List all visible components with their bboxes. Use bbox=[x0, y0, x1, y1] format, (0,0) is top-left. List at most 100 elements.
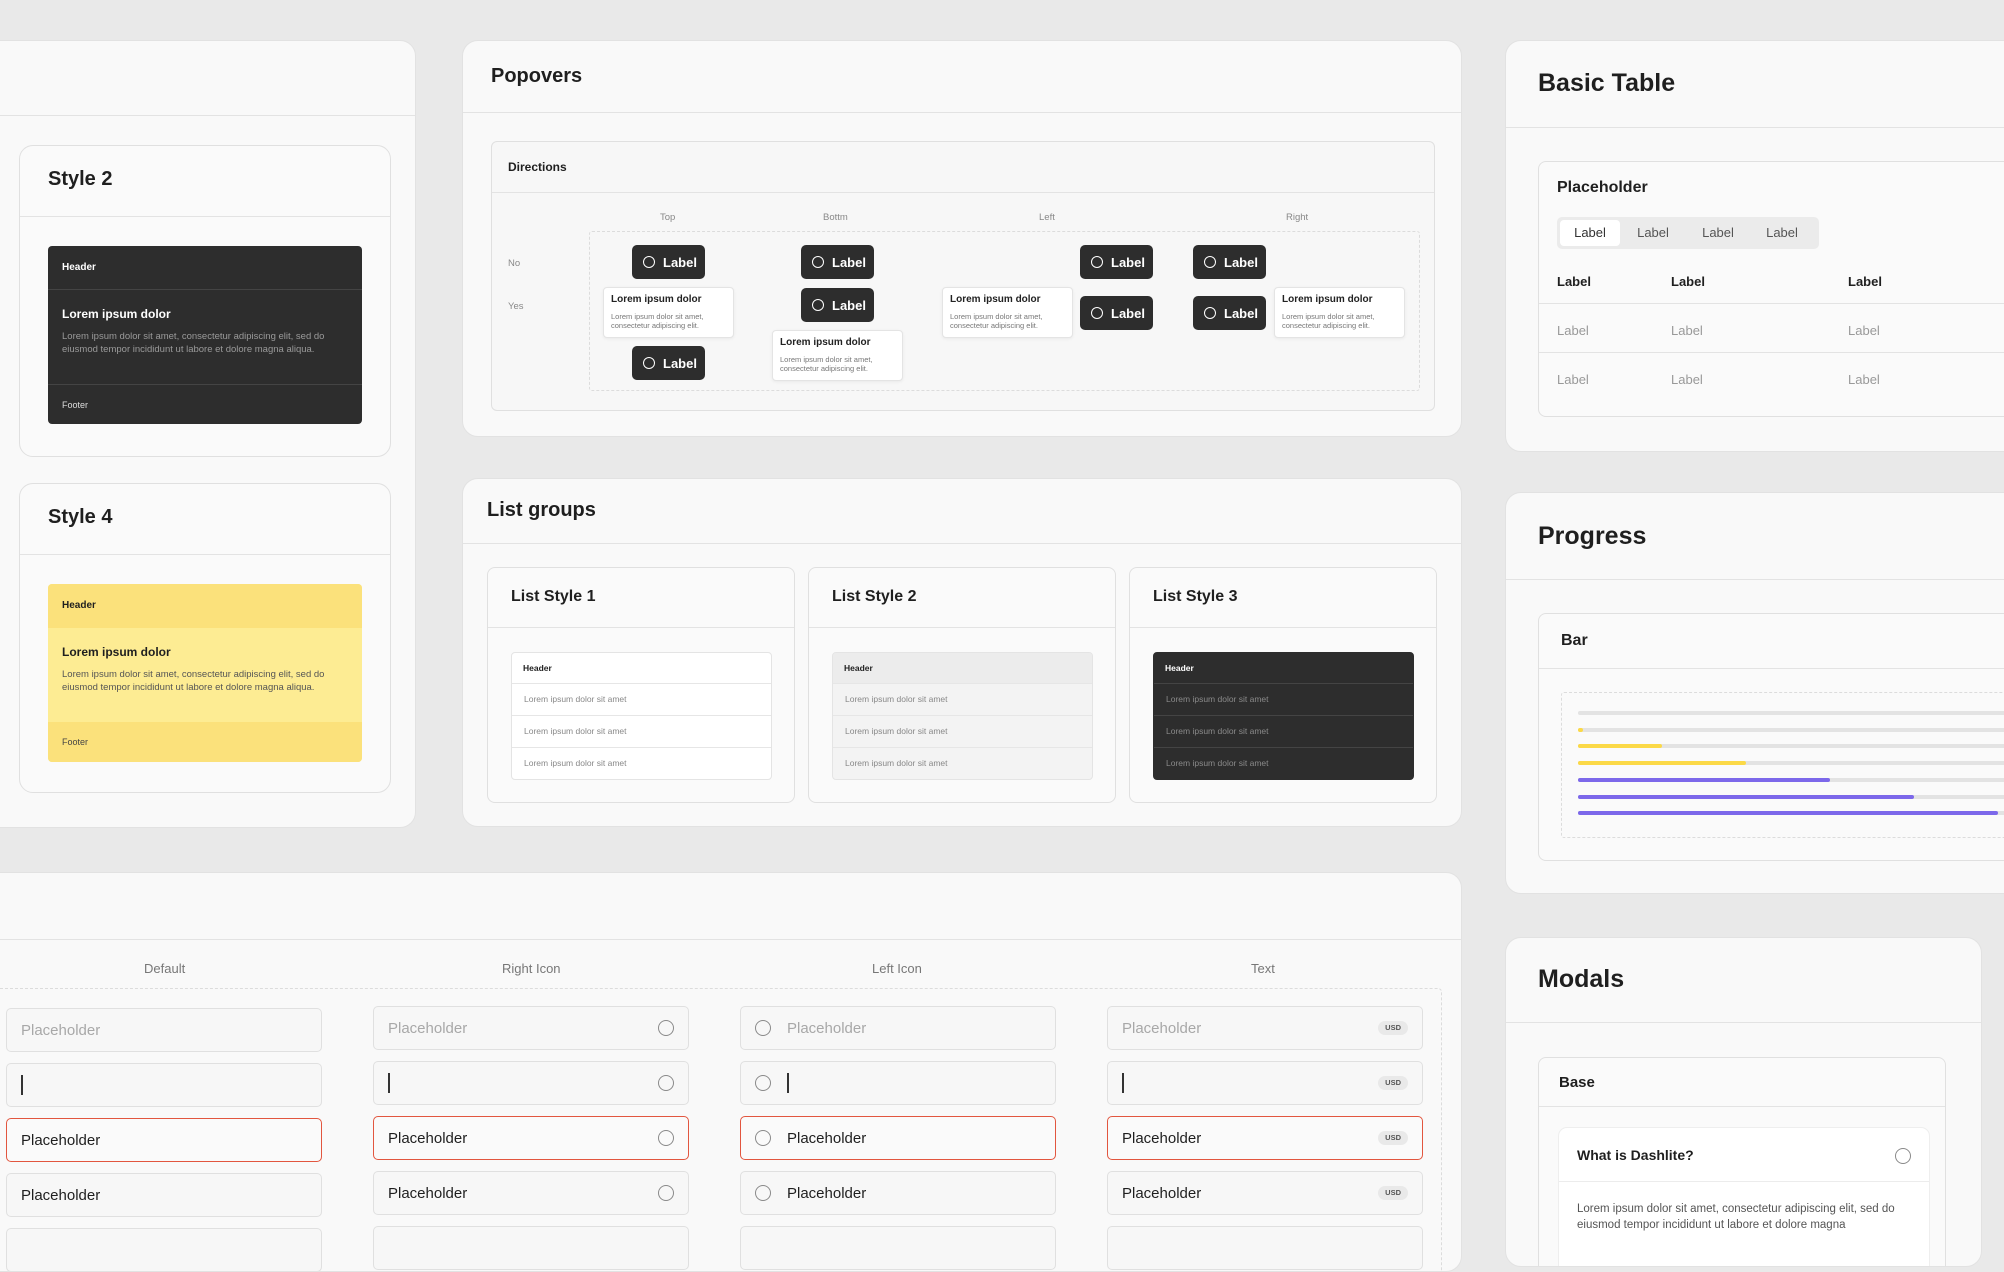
table-cell: Label bbox=[1848, 372, 1880, 387]
tab[interactable]: Label bbox=[1623, 220, 1683, 246]
popover-trigger-bottom-yes[interactable]: Label bbox=[801, 288, 874, 322]
input-default-error[interactable]: Placeholder bbox=[6, 1118, 322, 1162]
preview-header: Header bbox=[48, 246, 362, 290]
progress-fill bbox=[1578, 777, 1830, 782]
inputs-panel-header bbox=[0, 873, 1461, 940]
input-default-partial[interactable] bbox=[6, 1228, 322, 1271]
list-style-2-card: List Style 2 Header Lorem ipsum dolor si… bbox=[808, 567, 1116, 803]
input-left-icon-partial[interactable] bbox=[740, 1226, 1056, 1270]
modal-preview: What is Dashlite? Lorem ipsum dolor sit … bbox=[1559, 1128, 1929, 1266]
circle-icon bbox=[643, 357, 655, 369]
preview-footer: Footer bbox=[48, 384, 362, 424]
list-header: Header bbox=[523, 663, 552, 673]
table-card: Placeholder Label Label Label Label Labe… bbox=[1538, 161, 2004, 417]
card-style-4: Style 4 Header Lorem ipsum dolor Lorem i… bbox=[19, 483, 391, 793]
card-title: Style 4 bbox=[48, 506, 113, 528]
popover-left: Lorem ipsum dolor Lorem ipsum dolor sit a… bbox=[942, 287, 1073, 338]
input-right-icon-partial[interactable] bbox=[373, 1226, 689, 1270]
input-default-filled[interactable]: Placeholder bbox=[6, 1173, 322, 1217]
input-left-icon-placeholder[interactable]: Placeholder bbox=[740, 1006, 1056, 1050]
modal-title: What is Dashlite? bbox=[1577, 1147, 1694, 1163]
cards-panel: Style 2 Header Lorem ipsum dolor Lorem i… bbox=[0, 40, 416, 828]
input-value: Placeholder bbox=[21, 1132, 101, 1149]
list-groups-panel: List groups List Style 1 Header Lorem ip… bbox=[462, 478, 1462, 827]
table-header-cell: Label bbox=[1848, 274, 1882, 289]
list-item[interactable]: Lorem ipsum dolor sit amet bbox=[1154, 747, 1413, 779]
directions-card-header: Directions bbox=[492, 142, 1434, 193]
table-cell: Label bbox=[1671, 372, 1703, 387]
input-placeholder: Placeholder bbox=[21, 1022, 101, 1039]
modals-panel-header: Modals bbox=[1506, 938, 1981, 1023]
input-value: Placeholder bbox=[787, 1185, 867, 1202]
progress-track bbox=[1578, 711, 2004, 715]
close-circle-icon[interactable] bbox=[1895, 1148, 1911, 1164]
circle-icon bbox=[1091, 256, 1103, 268]
input-text-partial[interactable] bbox=[1107, 1226, 1423, 1270]
input-left-icon-filled[interactable]: Placeholder bbox=[740, 1171, 1056, 1215]
popover-trigger-left-no[interactable]: Label bbox=[1080, 245, 1153, 279]
progress-bars bbox=[1578, 693, 2004, 839]
input-text-error[interactable]: Placeholder USD bbox=[1107, 1116, 1423, 1160]
tab-active[interactable]: Label bbox=[1560, 220, 1620, 246]
popover-text: Lorem ipsum dolor sit amet, consectetur … bbox=[611, 312, 704, 330]
basic-table-panel: Basic Table Placeholder Label Label Labe… bbox=[1505, 40, 2004, 452]
input-right-icon-error[interactable]: Placeholder bbox=[373, 1116, 689, 1160]
popover-trigger-right-yes[interactable]: Label bbox=[1193, 296, 1266, 330]
input-default-placeholder[interactable]: Placeholder bbox=[6, 1008, 322, 1052]
button-label: Label bbox=[663, 355, 697, 371]
card-style-2-header: Style 2 bbox=[20, 146, 390, 217]
input-text-filled[interactable]: Placeholder USD bbox=[1107, 1171, 1423, 1215]
tab[interactable]: Label bbox=[1688, 220, 1748, 246]
popover-trigger-right-no[interactable]: Label bbox=[1193, 245, 1266, 279]
popover-title: Lorem ipsum dolor bbox=[780, 337, 871, 348]
preview-header-label: Header bbox=[62, 262, 96, 273]
input-right-icon-focused[interactable] bbox=[373, 1061, 689, 1105]
input-left-icon-focused[interactable] bbox=[740, 1061, 1056, 1105]
progress-fill bbox=[1578, 761, 1746, 766]
yellow-card-preview: Header Lorem ipsum dolor Lorem ipsum dol… bbox=[48, 584, 362, 762]
input-right-icon-placeholder[interactable]: Placeholder bbox=[373, 1006, 689, 1050]
list-item[interactable]: Lorem ipsum dolor sit amet bbox=[512, 747, 771, 779]
popover-text: Lorem ipsum dolor sit amet, consectetur … bbox=[780, 355, 873, 373]
list-item[interactable]: Lorem ipsum dolor sit amet bbox=[1154, 683, 1413, 715]
card-header: Bar bbox=[1539, 614, 2004, 669]
popover-trigger-top-no[interactable]: Label bbox=[632, 245, 705, 279]
input-placeholder: Placeholder bbox=[388, 1020, 468, 1037]
cards-panel-header bbox=[0, 41, 415, 116]
circle-icon bbox=[812, 299, 824, 311]
list-group: Header Lorem ipsum dolor sit amet Lorem … bbox=[511, 652, 772, 780]
popover-trigger-bottom-no[interactable]: Label bbox=[801, 245, 874, 279]
card-title: Style 2 bbox=[48, 168, 113, 190]
card-style-4-header: Style 4 bbox=[20, 484, 390, 555]
list-item[interactable]: Lorem ipsum dolor sit amet bbox=[833, 747, 1092, 779]
list-header: Header bbox=[1165, 663, 1194, 673]
segmented-tabs: Label Label Label Label bbox=[1557, 217, 1819, 249]
list-group: Header Lorem ipsum dolor sit amet Lorem … bbox=[1153, 652, 1414, 780]
tab[interactable]: Label bbox=[1752, 220, 1812, 246]
list-item[interactable]: Lorem ipsum dolor sit amet bbox=[833, 683, 1092, 715]
card-title: Bar bbox=[1561, 632, 1588, 649]
modal-body-text: Lorem ipsum dolor sit amet, consectetur … bbox=[1577, 1203, 1895, 1231]
list-item[interactable]: Lorem ipsum dolor sit amet bbox=[512, 715, 771, 747]
input-default-focused[interactable] bbox=[6, 1063, 322, 1107]
preview-body-text: Lorem ipsum dolor sit amet, consectetur … bbox=[62, 669, 325, 693]
popover-trigger-top-yes[interactable]: Label bbox=[632, 346, 705, 380]
progress-fill bbox=[1578, 727, 1583, 732]
circle-icon bbox=[1091, 307, 1103, 319]
table-divider bbox=[1539, 352, 2004, 353]
list-item[interactable]: Lorem ipsum dolor sit amet bbox=[1154, 715, 1413, 747]
input-text-focused[interactable]: USD bbox=[1107, 1061, 1423, 1105]
preview-footer-label: Footer bbox=[62, 400, 89, 410]
circle-icon bbox=[755, 1020, 771, 1036]
preview-footer: Footer bbox=[48, 722, 362, 762]
list-item[interactable]: Lorem ipsum dolor sit amet bbox=[512, 683, 771, 715]
dark-card-preview: Header Lorem ipsum dolor Lorem ipsum dol… bbox=[48, 246, 362, 424]
text-cursor bbox=[21, 1075, 23, 1095]
input-right-icon-filled[interactable]: Placeholder bbox=[373, 1171, 689, 1215]
list-item[interactable]: Lorem ipsum dolor sit amet bbox=[833, 715, 1092, 747]
popover-trigger-left-yes[interactable]: Label bbox=[1080, 296, 1153, 330]
preview-header-label: Header bbox=[62, 600, 96, 611]
input-text-placeholder[interactable]: Placeholder USD bbox=[1107, 1006, 1423, 1050]
column-label-bottom: Bottm bbox=[823, 212, 848, 223]
input-left-icon-error[interactable]: Placeholder bbox=[740, 1116, 1056, 1160]
